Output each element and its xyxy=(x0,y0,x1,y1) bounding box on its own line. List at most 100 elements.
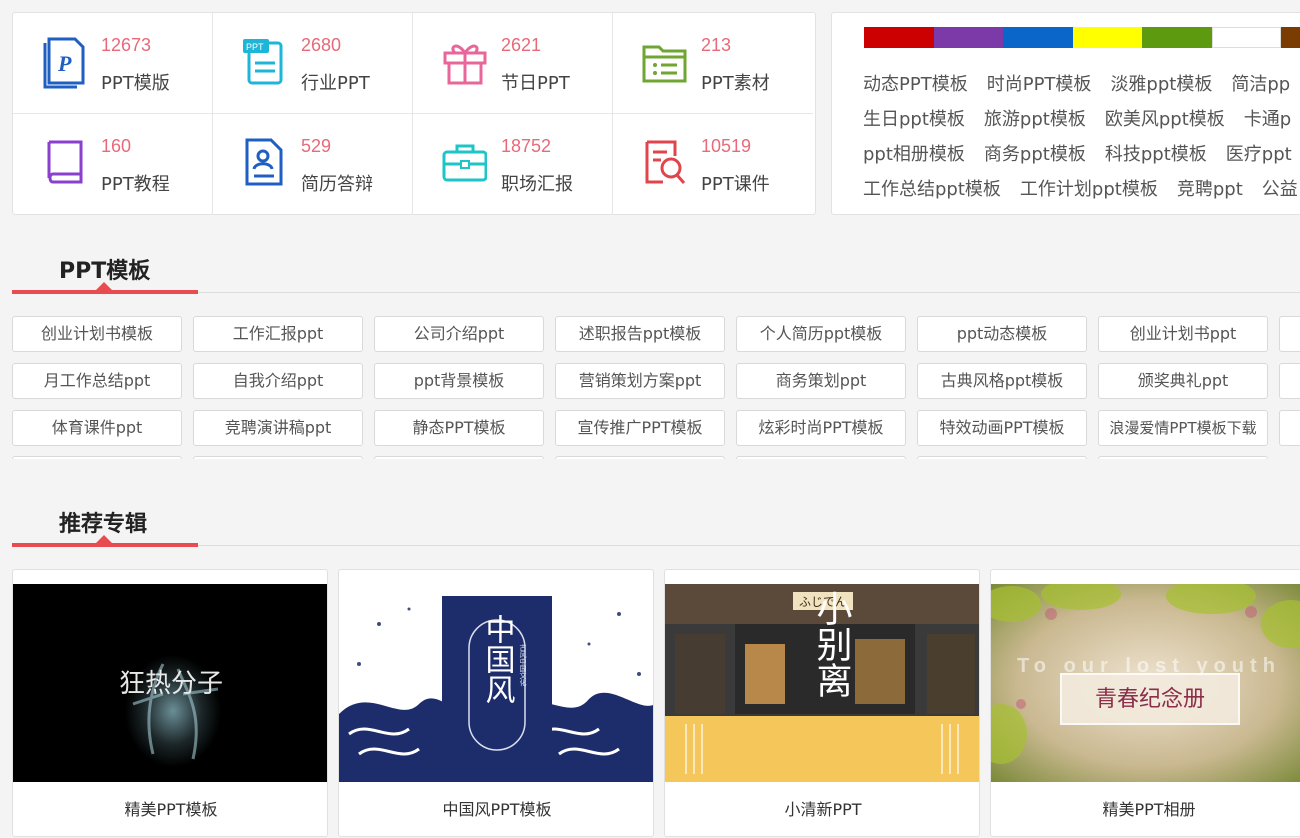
keyword-tag[interactable]: 创业计划书模板 xyxy=(12,316,182,352)
keyword-tag[interactable]: 工作汇报ppt xyxy=(193,316,363,352)
tag-link[interactable]: 卡通p xyxy=(1244,105,1291,131)
keyword-tag[interactable]: 浪漫爱情PPT模板下载 xyxy=(1098,410,1268,446)
keyword-tag[interactable] xyxy=(1098,456,1268,459)
keyword-tag[interactable]: 创业计划书ppt xyxy=(1098,316,1268,352)
category-label: PPT素材 xyxy=(701,73,770,94)
tag-link[interactable]: 医疗ppt xyxy=(1226,140,1292,166)
section-divider xyxy=(12,292,1300,293)
category-count: 529 xyxy=(301,136,332,156)
keyword-tag[interactable]: 个人简历ppt模板 xyxy=(736,316,906,352)
tag-link[interactable]: 商务ppt模板 xyxy=(984,140,1086,166)
section-title: PPT模板 xyxy=(59,259,151,284)
category-label: PPT课件 xyxy=(701,174,770,195)
category-label: 简历答辩 xyxy=(301,174,373,195)
keyword-tag[interactable]: 月工作总结ppt xyxy=(12,363,182,399)
keyword-tag[interactable]: ppt动态模板 xyxy=(917,316,1087,352)
tag-row: 动态PPT模板 时尚PPT模板 淡雅ppt模板 简洁pp xyxy=(863,65,1300,100)
tag-row: 生日ppt模板 旅游ppt模板 欧美风ppt模板 卡通p xyxy=(863,100,1300,135)
album-card[interactable]: To our lost youth 青春纪念册 精美PPT相册 xyxy=(990,569,1300,837)
category-count: 2680 xyxy=(301,35,342,55)
tag-link[interactable]: 工作计划ppt模板 xyxy=(1020,175,1158,201)
category-holiday-ppt[interactable]: 2621 节日PPT xyxy=(413,13,613,114)
color-swatch-green[interactable] xyxy=(1142,27,1212,48)
color-swatch-yellow[interactable] xyxy=(1072,27,1142,48)
section-divider xyxy=(12,545,1300,546)
thumbnail-title: 青春纪念册 xyxy=(1095,687,1205,712)
section-pointer xyxy=(96,282,112,290)
tag-link[interactable]: 时尚PPT模板 xyxy=(987,70,1092,96)
keyword-tag[interactable]: 特效动画PPT模板 xyxy=(917,410,1087,446)
category-label: 节日PPT xyxy=(501,73,570,94)
category-resume-defense[interactable]: 529 简历答辩 xyxy=(213,114,413,215)
tag-link[interactable]: 旅游ppt模板 xyxy=(984,105,1086,131)
tag-link[interactable]: 动态PPT模板 xyxy=(863,70,968,96)
section-underline xyxy=(12,290,198,294)
keyword-tag[interactable]: 炫彩时尚PPT模板 xyxy=(736,410,906,446)
album-card[interactable]: 狂热分子 精美PPT模板 xyxy=(12,569,328,837)
color-swatch-purple[interactable] xyxy=(933,27,1003,48)
keyword-tag[interactable] xyxy=(12,456,182,459)
keyword-tag[interactable]: 宣传推广PPT模板 xyxy=(555,410,725,446)
color-swatch-blue[interactable] xyxy=(1003,27,1073,48)
category-ppt-templates[interactable]: P 12673 PPT模版 xyxy=(13,13,213,114)
templates-section-header: PPT模板 xyxy=(12,240,1300,300)
color-swatch-white[interactable] xyxy=(1211,27,1281,48)
tag-link[interactable]: 生日ppt模板 xyxy=(863,105,965,131)
tag-link[interactable]: 工作总结ppt模板 xyxy=(863,175,1001,201)
keyword-tag[interactable]: 竞聘演讲稿ppt xyxy=(193,410,363,446)
keyword-tag[interactable]: 述职报告ppt模板 xyxy=(555,316,725,352)
category-label: 行业PPT xyxy=(301,73,370,94)
svg-text:P: P xyxy=(57,51,72,76)
tag-row: ppt相册模板 商务ppt模板 科技ppt模板 医疗ppt xyxy=(863,135,1300,170)
keyword-tag[interactable]: ppt背景模板 xyxy=(374,363,544,399)
category-count: 18752 xyxy=(501,136,552,156)
keyword-tag[interactable] xyxy=(1279,363,1300,399)
category-ppt-courseware[interactable]: 10519 PPT课件 xyxy=(613,114,813,215)
tag-link[interactable]: 公益 xyxy=(1262,175,1298,201)
keyword-tag[interactable] xyxy=(555,456,725,459)
keyword-tag[interactable]: 静态PPT模板 xyxy=(374,410,544,446)
tag-row: 工作总结ppt模板 工作计划ppt模板 竞聘ppt 公益 xyxy=(863,170,1300,205)
keyword-tag[interactable] xyxy=(736,456,906,459)
tag-link[interactable]: 淡雅ppt模板 xyxy=(1110,70,1212,96)
keyword-tag[interactable]: 商务策划ppt xyxy=(736,363,906,399)
tag-link[interactable]: 简洁pp xyxy=(1231,70,1290,96)
resume-icon xyxy=(241,134,287,190)
keyword-tag[interactable] xyxy=(193,456,363,459)
keyword-tag[interactable]: 体育课件ppt xyxy=(12,410,182,446)
category-label: PPT模版 xyxy=(101,73,170,94)
album-thumbnail: 狂热分子 xyxy=(13,584,327,782)
category-count: 2621 xyxy=(501,35,542,55)
albums-section-header: 推荐专辑 xyxy=(12,493,1300,553)
keyword-grid: 创业计划书模板 工作汇报ppt 公司介绍ppt 述职报告ppt模板 个人简历pp… xyxy=(12,316,1300,459)
album-thumbnail: To our lost youth 青春纪念册 xyxy=(991,584,1300,782)
ppt-document-icon: PPT xyxy=(241,33,287,89)
album-card[interactable]: ふじでん 小别离 小清新PPT xyxy=(664,569,980,837)
keyword-tag[interactable] xyxy=(1279,316,1300,352)
category-count: 12673 xyxy=(101,35,152,55)
keyword-tag[interactable]: 古典风格ppt模板 xyxy=(917,363,1087,399)
tag-link[interactable]: ppt相册模板 xyxy=(863,140,965,166)
keyword-tag[interactable]: 自我介绍ppt xyxy=(193,363,363,399)
category-ppt-tutorials[interactable]: 160 PPT教程 xyxy=(13,114,213,215)
tag-link[interactable]: 欧美风ppt模板 xyxy=(1105,105,1225,131)
keyword-tag[interactable] xyxy=(917,456,1087,459)
keyword-tag[interactable] xyxy=(1279,410,1300,446)
ppt-file-icon: P xyxy=(41,33,87,89)
tag-link[interactable]: 竞聘ppt xyxy=(1177,175,1243,201)
category-panel: P 12673 PPT模版 PPT 2680 行业PPT 2621 节日PPT … xyxy=(12,12,816,215)
color-swatch-brown[interactable] xyxy=(1281,27,1300,48)
section-title: 推荐专辑 xyxy=(59,512,148,537)
keyword-tag[interactable] xyxy=(374,456,544,459)
category-label: 职场汇报 xyxy=(501,174,573,195)
keyword-tag[interactable]: 营销策划方案ppt xyxy=(555,363,725,399)
tag-link[interactable]: 科技ppt模板 xyxy=(1105,140,1207,166)
thumbnail-title: 中国风 xyxy=(480,614,515,704)
category-industry-ppt[interactable]: PPT 2680 行业PPT xyxy=(213,13,413,114)
keyword-tag[interactable]: 公司介绍ppt xyxy=(374,316,544,352)
color-swatch-red[interactable] xyxy=(864,27,934,48)
category-workplace-report[interactable]: 18752 职场汇报 xyxy=(413,114,613,215)
keyword-tag[interactable]: 颁奖典礼ppt xyxy=(1098,363,1268,399)
album-card[interactable]: 中国风 古风中国文化 中国风PPT模板 xyxy=(338,569,654,837)
category-ppt-materials[interactable]: 213 PPT素材 xyxy=(613,13,813,114)
